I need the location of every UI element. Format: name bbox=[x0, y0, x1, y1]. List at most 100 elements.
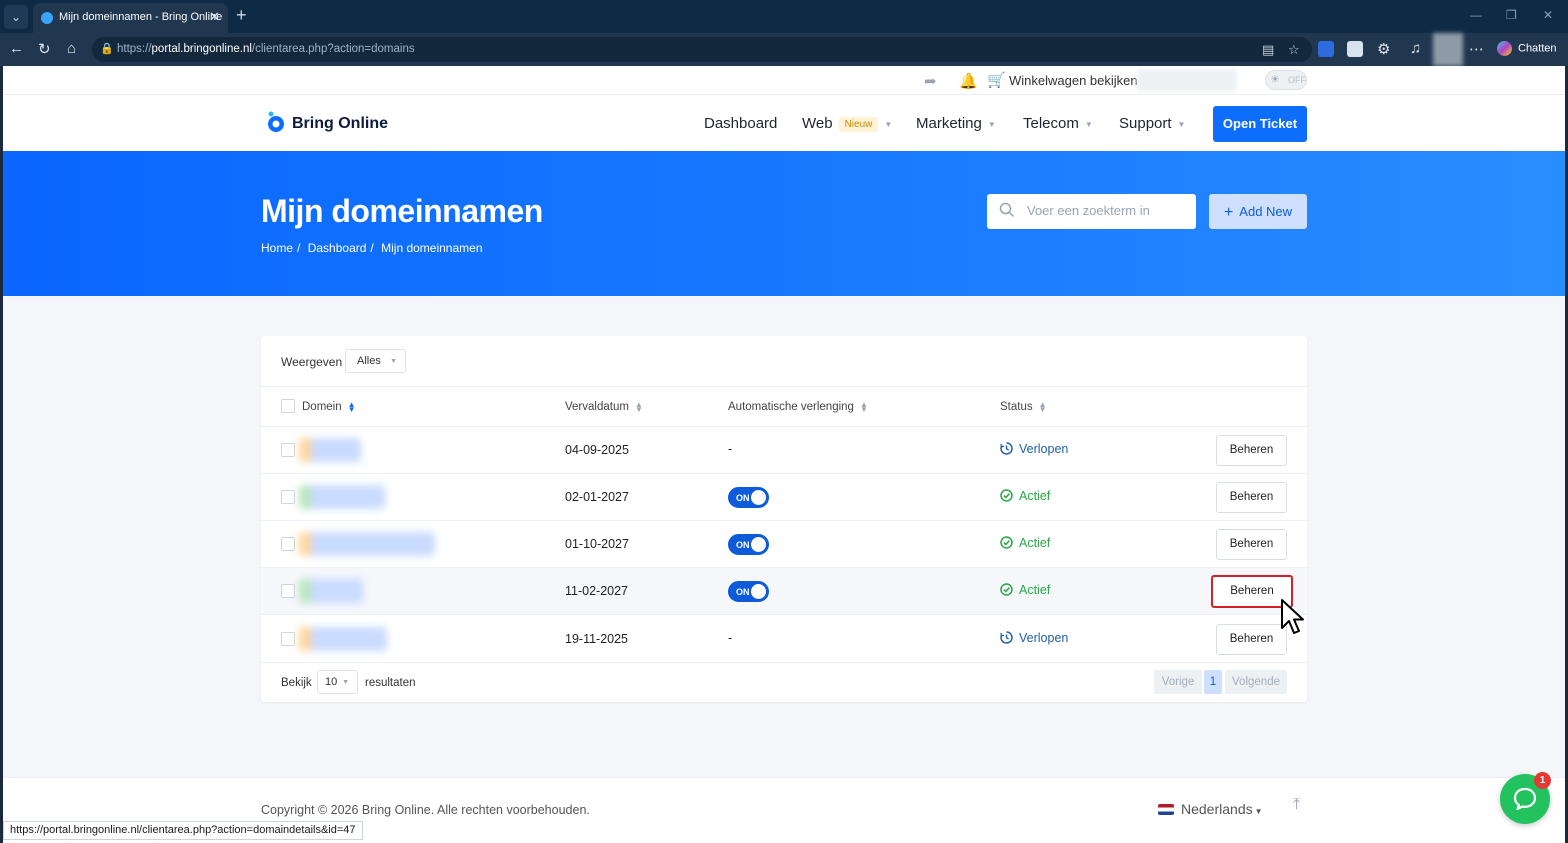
chevron-down-icon: ▼ bbox=[987, 119, 996, 129]
status-badge: Actief bbox=[1000, 536, 1050, 550]
domain-name-redacted[interactable] bbox=[299, 438, 361, 462]
manage-button[interactable]: Beheren bbox=[1216, 529, 1287, 560]
nav-dashboard[interactable]: Dashboard bbox=[704, 115, 777, 132]
restore-icon[interactable]: ❐ bbox=[1506, 8, 1517, 22]
check-circle-icon bbox=[1000, 489, 1013, 502]
row-checkbox[interactable] bbox=[281, 584, 295, 598]
bell-icon[interactable]: 🔔 bbox=[959, 72, 978, 90]
close-tab-icon[interactable]: ✕ bbox=[209, 9, 220, 25]
open-ticket-button[interactable]: Open Ticket bbox=[1213, 106, 1307, 142]
url-text: https://portal.bringonline.nl/clientarea… bbox=[117, 43, 415, 55]
column-domain[interactable]: Domein ▲ ▼ bbox=[302, 400, 356, 413]
page-title: Mijn domeinnamen bbox=[261, 193, 543, 229]
nav-support[interactable]: Support ▼ bbox=[1119, 115, 1185, 132]
expiry-date: 19-11-2025 bbox=[565, 632, 629, 646]
dark-mode-toggle[interactable]: ☀ OFF bbox=[1265, 70, 1307, 90]
clock-history-icon bbox=[1000, 442, 1013, 455]
favorite-star-icon[interactable]: ☆ bbox=[1288, 42, 1300, 58]
extension-icon[interactable] bbox=[1318, 41, 1334, 57]
auto-renew-toggle[interactable]: ON bbox=[728, 581, 769, 602]
reload-icon[interactable]: ↻ bbox=[38, 40, 51, 58]
domain-name-redacted[interactable] bbox=[299, 532, 435, 556]
nav-telecom[interactable]: Telecom ▼ bbox=[1023, 115, 1093, 132]
link-hover-status: https://portal.bringonline.nl/clientarea… bbox=[3, 821, 363, 840]
window-close-icon[interactable]: ✕ bbox=[1543, 8, 1553, 22]
chat-icon bbox=[1513, 787, 1537, 811]
sort-icon: ▲ ▼ bbox=[859, 399, 868, 414]
domain-name-redacted[interactable] bbox=[299, 627, 387, 651]
domain-name-redacted[interactable] bbox=[299, 485, 385, 509]
extensions-icon[interactable]: ⚙ bbox=[1377, 40, 1390, 58]
status-badge: Actief bbox=[1000, 583, 1050, 597]
auto-renew-value: - bbox=[728, 631, 733, 645]
share-icon[interactable]: ➦ bbox=[924, 72, 937, 90]
column-expiry[interactable]: Vervaldatum ▲ ▼ bbox=[565, 399, 643, 414]
notification-badge: 1 bbox=[1534, 772, 1551, 789]
utility-bar: ➦ 🔔 🛒 Winkelwagen bekijken ☀ OFF bbox=[3, 66, 1565, 95]
table-row: 19-11-2025 - Verlopen Beheren bbox=[261, 616, 1307, 663]
language-selector[interactable]: Nederlands ▼ bbox=[1158, 801, 1263, 817]
scroll-to-top-icon[interactable]: ⤒ bbox=[1293, 796, 1300, 814]
check-circle-icon bbox=[1000, 583, 1013, 596]
table-row: 01-10-2027 ON Actief Beheren bbox=[261, 521, 1307, 568]
row-checkbox[interactable] bbox=[281, 490, 295, 504]
column-auto-renew[interactable]: Automatische verlenging ▲ ▼ bbox=[728, 399, 868, 414]
profile-avatar[interactable] bbox=[1433, 33, 1463, 66]
page-1-button[interactable]: 1 bbox=[1204, 670, 1222, 694]
address-bar[interactable]: 🔒 https://portal.bringonline.nl/clientar… bbox=[92, 37, 1312, 62]
expiry-date: 11-02-2027 bbox=[565, 584, 629, 598]
browser-tab-active[interactable]: Mijn domeinnamen - Bring Online ✕ bbox=[33, 3, 228, 33]
select-all-checkbox[interactable] bbox=[281, 399, 295, 413]
account-menu[interactable] bbox=[1137, 69, 1237, 91]
tab-list-button[interactable]: ⌄ bbox=[4, 5, 28, 29]
row-checkbox[interactable] bbox=[281, 443, 295, 457]
table-row: 11-02-2027 ON Actief Beheren bbox=[261, 568, 1307, 615]
prev-page-button[interactable]: Vorige bbox=[1154, 670, 1202, 694]
copyright-text: Copyright © 2026 Bring Online. Alle rech… bbox=[261, 803, 590, 817]
status-badge: Verlopen bbox=[1000, 631, 1068, 645]
page-header: Mijn domeinnamen Home / Dashboard / Mijn d… bbox=[3, 151, 1565, 296]
extension-icon[interactable] bbox=[1347, 41, 1363, 57]
minimize-icon[interactable]: — bbox=[1470, 8, 1482, 22]
copilot-icon bbox=[1497, 41, 1512, 56]
sun-icon: ☀ bbox=[1270, 74, 1280, 86]
page-size-select[interactable]: 10 ▼ bbox=[317, 670, 358, 694]
search-input[interactable] bbox=[1027, 203, 1187, 218]
next-page-button[interactable]: Volgende bbox=[1225, 670, 1287, 694]
row-checkbox[interactable] bbox=[281, 632, 295, 646]
nav-web[interactable]: Web Nieuw ▼ bbox=[802, 115, 892, 132]
home-icon[interactable]: ⌂ bbox=[67, 40, 76, 57]
add-new-button[interactable]: + Add New bbox=[1209, 194, 1307, 229]
reader-mode-icon[interactable]: ▤ bbox=[1262, 42, 1274, 58]
auto-renew-toggle[interactable]: ON bbox=[728, 534, 769, 555]
manage-button[interactable]: Beheren bbox=[1216, 624, 1287, 655]
manage-button[interactable]: Beheren bbox=[1216, 435, 1287, 466]
auto-renew-toggle[interactable]: ON bbox=[728, 487, 769, 508]
table-header: Domein ▲ ▼ Vervaldatum ▲ ▼ Automatische verl… bbox=[261, 387, 1307, 427]
nav-marketing[interactable]: Marketing ▼ bbox=[916, 115, 996, 132]
status-badge: Verlopen bbox=[1000, 442, 1068, 456]
filter-label: Weergeven bbox=[281, 355, 343, 369]
chevron-down-icon: ▼ bbox=[1177, 119, 1186, 129]
back-icon[interactable]: ← bbox=[9, 40, 24, 57]
copilot-chat-button[interactable]: Chatten bbox=[1497, 41, 1557, 56]
more-menu-icon[interactable]: ⋯ bbox=[1469, 40, 1484, 58]
chevron-down-icon: ▼ bbox=[1084, 119, 1093, 129]
column-status[interactable]: Status ▲ ▼ bbox=[1000, 400, 1047, 413]
page-size-label: Bekijk bbox=[281, 677, 312, 689]
auto-renew-value: - bbox=[728, 442, 733, 456]
new-tab-button[interactable]: + bbox=[236, 5, 247, 26]
chevron-down-icon: ▼ bbox=[342, 679, 349, 686]
breadcrumb-home[interactable]: Home bbox=[261, 241, 293, 255]
collections-icon[interactable]: ♫ bbox=[1410, 40, 1421, 57]
filter-select[interactable]: Alles ▼ bbox=[345, 349, 406, 373]
chat-widget-button[interactable]: 1 bbox=[1500, 772, 1551, 824]
view-cart-link[interactable]: Winkelwagen bekijken bbox=[1009, 73, 1138, 88]
domain-name-redacted[interactable] bbox=[299, 579, 363, 603]
breadcrumb-dashboard[interactable]: Dashboard bbox=[308, 241, 367, 255]
check-circle-icon bbox=[1000, 536, 1013, 549]
clock-history-icon bbox=[1000, 631, 1013, 644]
sort-icon: ▲ ▼ bbox=[634, 399, 643, 414]
manage-button[interactable]: Beheren bbox=[1216, 482, 1287, 513]
row-checkbox[interactable] bbox=[281, 537, 295, 551]
